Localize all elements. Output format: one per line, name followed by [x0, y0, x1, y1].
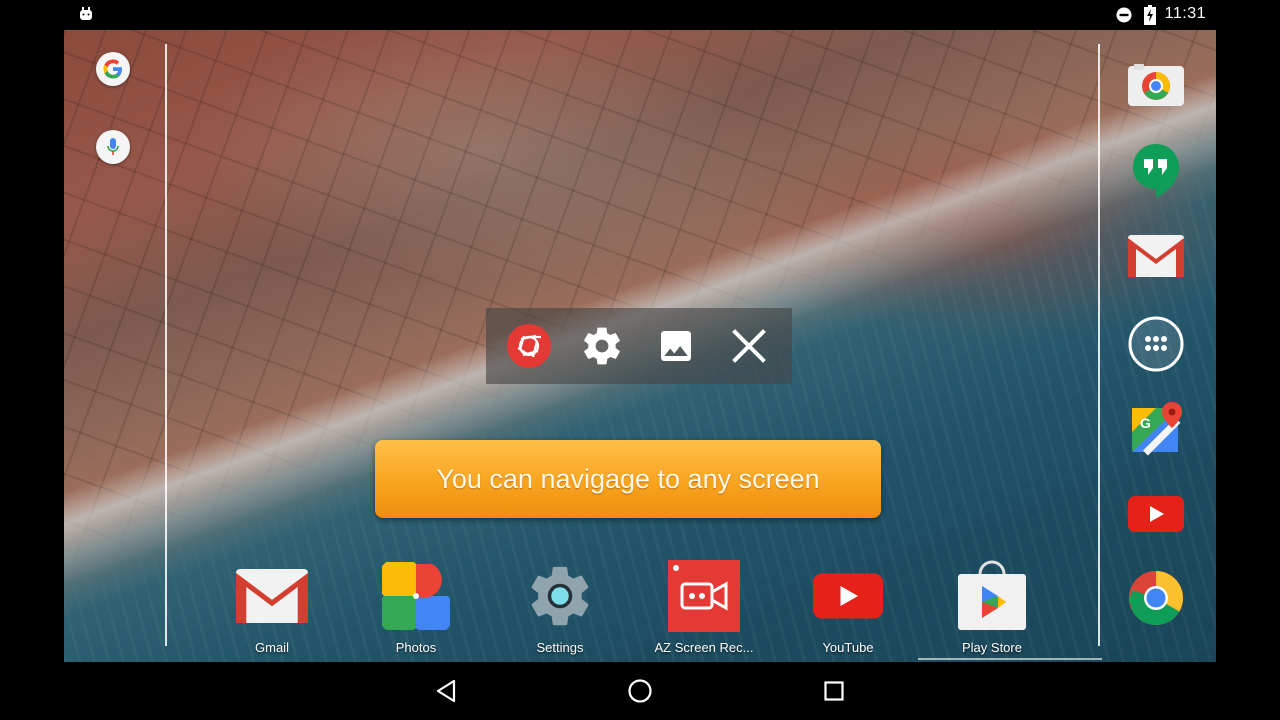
- clock: 11:31: [1164, 5, 1206, 22]
- play-store-icon: [956, 560, 1028, 632]
- dock-item-photos[interactable]: Photos: [356, 560, 476, 655]
- camera-icon[interactable]: [1128, 58, 1184, 114]
- photos-icon: [380, 560, 452, 632]
- dock-label-play-store: Play Store: [962, 640, 1022, 655]
- dock-label-photos: Photos: [395, 640, 437, 655]
- voice-search-icon[interactable]: [96, 130, 130, 164]
- dock-label-gmail: Gmail: [255, 640, 289, 655]
- youtube-icon: [812, 560, 884, 632]
- dock-item-play-store[interactable]: Play Store: [932, 560, 1052, 655]
- all-apps-icon[interactable]: [1128, 316, 1184, 372]
- image-gallery-icon[interactable]: [649, 319, 703, 373]
- dock-item-settings[interactable]: Settings: [500, 560, 620, 655]
- status-bar: 11:31: [0, 0, 1280, 30]
- floating-toolbar: [486, 308, 792, 384]
- dock-label-youtube: YouTube: [822, 640, 874, 655]
- close-icon[interactable]: [722, 319, 776, 373]
- az-screen-recorder-icon: [668, 560, 740, 632]
- google-search-icon[interactable]: [96, 52, 130, 86]
- svg-text:G: G: [1140, 415, 1151, 431]
- settings-icon[interactable]: [575, 319, 629, 373]
- hint-toast-text: You can navigage to any screen: [436, 463, 820, 494]
- youtube-icon[interactable]: [1128, 486, 1184, 542]
- android-debug-icon: [78, 6, 94, 22]
- hangouts-icon[interactable]: [1128, 142, 1184, 198]
- home-icon[interactable]: [625, 676, 655, 706]
- hint-toast: You can navigage to any screen: [375, 440, 881, 518]
- gmail-icon[interactable]: [1128, 228, 1184, 284]
- settings-app-icon: [524, 560, 596, 632]
- back-icon[interactable]: [431, 676, 461, 706]
- record-icon[interactable]: [502, 319, 556, 373]
- battery-charging-icon: [1144, 5, 1156, 25]
- maps-icon[interactable]: G: [1128, 400, 1184, 456]
- home-screen: G You can navigage to any screen Gmail P…: [64, 30, 1216, 662]
- dock-item-az-screen-recorder[interactable]: AZ Screen Rec...: [644, 560, 764, 655]
- dock-item-youtube[interactable]: YouTube: [788, 560, 908, 655]
- dock-item-gmail[interactable]: Gmail: [212, 560, 332, 655]
- navigation-bar: [0, 662, 1280, 720]
- left-edge-line: [165, 44, 167, 646]
- right-edge-line: [1098, 44, 1100, 646]
- recents-icon[interactable]: [819, 676, 849, 706]
- dock-label-az-screen-recorder: AZ Screen Rec...: [654, 640, 754, 655]
- gmail-icon: [236, 560, 308, 632]
- dock-label-settings: Settings: [536, 640, 584, 655]
- do-not-disturb-icon: [1116, 7, 1132, 23]
- chrome-icon[interactable]: [1128, 570, 1184, 626]
- page-indicator: [918, 658, 1102, 660]
